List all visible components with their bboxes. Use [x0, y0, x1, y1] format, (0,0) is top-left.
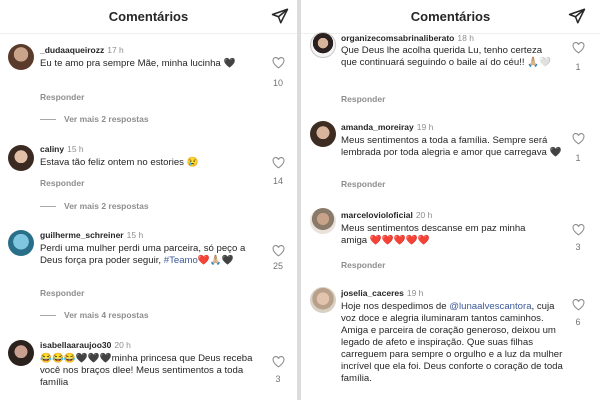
heart-outline-icon[interactable] — [572, 133, 585, 145]
avatar[interactable] — [310, 32, 336, 58]
heart-outline-icon[interactable] — [272, 57, 285, 69]
comment-text: Eu te amo pra sempre Mãe, minha lucinha … — [40, 58, 236, 69]
reply-button[interactable]: Responder — [341, 260, 385, 270]
comment-item: guilherme_schreiner 15 h Perdi uma mulher… — [0, 230, 297, 325]
view-more-replies-label: Ver mais 4 respostas — [64, 310, 149, 320]
reply-button[interactable]: Responder — [341, 179, 385, 189]
comment-username-line: marcelovioloficial 20 h — [341, 210, 432, 220]
view-more-replies[interactable]: Ver mais 2 respostas — [40, 114, 149, 124]
comment-text-body: Hoje nos despedimos de — [341, 301, 450, 312]
heart-outline-icon[interactable] — [272, 157, 285, 169]
like-count: 3 — [575, 242, 581, 252]
comment-username[interactable]: guilherme_schreiner — [40, 230, 124, 240]
view-more-replies[interactable]: Ver mais 2 respostas — [40, 201, 149, 211]
like-count: 6 — [575, 317, 581, 327]
view-more-replies-label: Ver mais 2 respostas — [64, 201, 149, 211]
avatar[interactable] — [310, 208, 336, 234]
comment-username[interactable]: isabellaaraujoo30 — [40, 340, 111, 350]
avatar[interactable] — [8, 340, 34, 366]
comment-time: 20 h — [114, 340, 131, 350]
comment-username-line: _dudaaqueirozz 17 h — [40, 45, 124, 55]
like-count: 14 — [272, 176, 283, 186]
reply-button[interactable]: Responder — [40, 92, 84, 102]
like-count: 10 — [272, 78, 283, 88]
comment-emoji: ❤️🙏🏼🖤 — [197, 255, 234, 266]
comment-username-line: caliny 15 h — [40, 144, 84, 154]
comments-title: Comentários — [410, 9, 491, 24]
hashtag-link[interactable]: #Teamo — [164, 255, 198, 266]
mention-link[interactable]: @lunaalvescantora — [449, 301, 531, 312]
heart-outline-icon[interactable] — [272, 245, 285, 257]
comment-item: caliny 15 h Estava tão feliz ontem no est… — [0, 144, 297, 215]
heart-outline-icon[interactable] — [572, 224, 585, 236]
comment-time: 17 h — [107, 45, 124, 55]
view-more-replies[interactable]: Ver mais 4 respostas — [40, 310, 149, 320]
heart-outline-icon[interactable] — [572, 299, 585, 311]
reply-button[interactable]: Responder — [40, 178, 84, 188]
paper-plane-icon[interactable] — [568, 7, 586, 25]
comment-username[interactable]: amanda_moreiray — [341, 122, 414, 132]
avatar[interactable] — [310, 287, 336, 313]
like-count: 25 — [272, 261, 283, 271]
like-count: 3 — [275, 374, 281, 384]
avatar[interactable] — [8, 145, 34, 171]
comment-username-line: isabellaaraujoo30 20 h — [40, 340, 131, 350]
comment-item: _dudaaqueirozz 17 h Eu te amo pra sempre … — [0, 44, 297, 124]
comment-username[interactable]: marcelovioloficial — [341, 210, 413, 220]
comment-text: Perdi uma mulher perdi uma parceira, só … — [40, 243, 268, 267]
comment-username-line: organizecomsabrinaliberato 18 h — [341, 33, 474, 43]
comment-item: isabellaaraujoo30 20 h 😂😂😂🖤🖤🖤minha prince… — [0, 340, 297, 400]
comment-item: marcelovioloficial 20 h Meus sentimentos … — [301, 208, 600, 278]
comment-username[interactable]: organizecomsabrinaliberato — [341, 33, 454, 43]
comment-item: organizecomsabrinaliberato 18 h Que Deus … — [301, 32, 600, 112]
comment-time: 19 h — [406, 288, 424, 298]
comment-item: joselia_caceres 19 h Hoje nos despedimos … — [301, 287, 600, 400]
comment-text: Estava tão feliz ontem no estories 😢 — [40, 157, 199, 168]
comment-username[interactable]: caliny — [40, 144, 64, 154]
comment-username-line: guilherme_schreiner 15 h — [40, 230, 143, 240]
view-more-replies-label: Ver mais 2 respostas — [64, 114, 149, 124]
comments-header: Comentários — [0, 0, 297, 34]
paper-plane-icon[interactable] — [271, 7, 289, 25]
comments-title: Comentários — [108, 9, 189, 24]
heart-outline-icon[interactable] — [272, 356, 285, 368]
comment-username-line: amanda_moreiray 19 h — [341, 122, 433, 132]
comments-header: Comentários — [301, 0, 600, 34]
comments-panel-right: Comentários organizecomsabrinaliberato 18… — [301, 0, 600, 400]
comment-text: Meus sentimentos a toda a família. Sempr… — [341, 135, 562, 158]
heart-outline-icon[interactable] — [572, 42, 585, 54]
reply-button[interactable]: Responder — [40, 288, 84, 298]
comment-username[interactable]: _dudaaqueirozz — [40, 45, 104, 55]
comment-time: 15 h — [126, 230, 144, 240]
avatar[interactable] — [8, 44, 34, 70]
reply-button[interactable]: Responder — [341, 94, 385, 104]
comment-text: Meus sentimentos descanse em paz minha a… — [341, 223, 526, 246]
comment-item: amanda_moreiray 19 h Meus sentimentos a t… — [301, 121, 600, 201]
comment-text: Que Deus lhe acolha querida Lu, tenho ce… — [341, 45, 552, 68]
comment-text: 😂😂😂🖤🖤🖤minha princesa que Deus receba voc… — [40, 353, 253, 388]
avatar[interactable] — [310, 121, 336, 147]
comment-time: 18 h — [457, 33, 474, 43]
comment-time: 19 h — [416, 122, 434, 132]
comments-panel-left: Comentários _dudaaqueirozz 17 h Eu te amo… — [0, 0, 297, 400]
like-count: 1 — [575, 153, 581, 163]
comment-time: 20 h — [415, 210, 433, 220]
comment-username[interactable]: joselia_caceres — [341, 288, 404, 298]
comment-username-line: joselia_caceres 19 h — [341, 288, 423, 298]
comment-text-rest: , cuja voz doce e alegria iluminaram tan… — [341, 301, 563, 384]
comment-time: 15 h — [67, 144, 84, 154]
like-count: 1 — [575, 62, 581, 72]
avatar[interactable] — [8, 230, 34, 256]
comment-text: Hoje nos despedimos de @lunaalvescantora… — [341, 301, 563, 385]
